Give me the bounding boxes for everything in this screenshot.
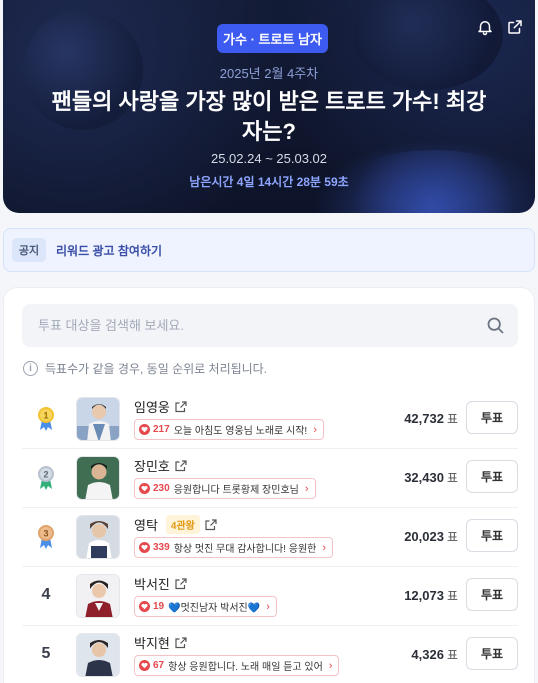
external-link-icon[interactable] — [175, 400, 187, 413]
ranking-row: 3 영탁 4관왕 339 항상 멋진 무대 감사합니다! 응원한 › 20,02… — [22, 507, 518, 565]
vote-count: 42,732 표 — [404, 389, 458, 447]
singer-name[interactable]: 박지현 — [134, 633, 170, 652]
vote-unit: 표 — [446, 529, 458, 544]
external-link-icon[interactable] — [175, 459, 187, 472]
singer-name[interactable]: 장민호 — [134, 456, 170, 475]
singer-name[interactable]: 임영웅 — [134, 397, 170, 416]
vote-count-value: 12,073 — [404, 587, 444, 603]
singer-name-wrap: 장민호 — [134, 456, 187, 475]
vote-button[interactable]: 투표 — [466, 637, 518, 670]
cheer-count: 217 — [153, 424, 170, 435]
notice-text: 리워드 광고 참여하기 — [56, 243, 163, 258]
vote-button[interactable]: 투표 — [466, 460, 518, 493]
rank-number: 5 — [41, 645, 51, 662]
tie-info: i 득표수가 같을 경우, 동일 순위로 처리됩니다. — [23, 359, 267, 377]
search-input[interactable]: 투표 대상을 검색해 보세요. — [22, 304, 518, 347]
remaining-time: 남은시간 4일 14시간 28분 59초 — [189, 175, 349, 189]
heart-icon — [139, 483, 150, 494]
vote-count: 4,326 표 — [411, 625, 458, 683]
singer-name-wrap: 영탁 4관왕 — [134, 515, 217, 534]
vote-button[interactable]: 투표 — [466, 578, 518, 611]
medal-rank: 2 — [43, 470, 48, 480]
cheer-message[interactable]: 67 항상 응원합니다. 노래 매일 듣고 있어 › — [134, 655, 340, 676]
vote-unit: 표 — [446, 647, 458, 662]
heart-icon — [139, 660, 150, 671]
vote-count-value: 42,732 — [404, 410, 444, 426]
chevron-right-icon: › — [304, 482, 309, 495]
avatar[interactable] — [76, 397, 120, 441]
heart-icon — [139, 542, 150, 553]
cheer-message[interactable]: 339 항상 멋진 무대 감사합니다! 응원한 › — [134, 537, 334, 558]
ranking-row: 2 장민호 230 응원합니다 트롯황제 장민호님 › 32,430 표 투표 — [22, 448, 518, 506]
ranking-card: 투표 대상을 검색해 보세요. i 득표수가 같을 경우, 동일 순위로 처리됩… — [3, 287, 535, 683]
search-placeholder: 투표 대상을 검색해 보세요. — [38, 318, 185, 333]
vote-count: 32,430 표 — [404, 448, 458, 506]
gold-medal-icon: 1 — [38, 407, 54, 431]
cheer-text: 응원합니다 트롯황제 장민호님 — [173, 485, 299, 496]
ranking-row: 5 박지현 67 항상 응원합니다. 노래 매일 듣고 있어 › 4,326 표… — [22, 625, 518, 683]
bell-icon[interactable] — [476, 18, 494, 36]
vote-button[interactable]: 투표 — [466, 401, 518, 434]
page-title: 팬들의 사랑을 가장 많이 받은 트로트 가수! 최강자는? — [51, 89, 487, 144]
vote-count-value: 32,430 — [404, 469, 444, 485]
heart-icon — [139, 601, 150, 612]
chevron-right-icon: › — [322, 541, 327, 554]
category-badge: 가수 · 트로트 남자 — [217, 24, 328, 53]
vote-count-value: 20,023 — [404, 528, 444, 544]
vote-unit: 표 — [446, 588, 458, 603]
external-link-icon[interactable] — [175, 636, 187, 649]
cheer-message[interactable]: 19 💙멋진남자 박서진💙 › — [134, 596, 277, 617]
notice-tag: 공지 — [12, 238, 46, 262]
singer-name-wrap: 박지현 — [134, 633, 187, 652]
singer-name-wrap: 임영웅 — [134, 397, 187, 416]
cheer-text: 오늘 아침도 영웅님 노래로 시작! — [173, 426, 308, 437]
cheer-text: 항상 응원합니다. 노래 매일 듣고 있어 — [168, 662, 323, 673]
external-link-icon[interactable] — [175, 577, 187, 590]
cheer-message[interactable]: 230 응원합니다 트롯황제 장민호님 › — [134, 478, 316, 499]
cheer-text: 💙멋진남자 박서진💙 — [168, 603, 261, 614]
hero-banner: 가수 · 트로트 남자 2025년 2월 4주차 팬들의 사랑을 가장 많이 받… — [3, 0, 535, 213]
cheer-count: 19 — [153, 601, 165, 612]
cheer-count: 339 — [153, 542, 170, 553]
external-link-icon[interactable] — [205, 518, 217, 531]
silver-medal-icon: 2 — [38, 466, 54, 490]
avatar[interactable] — [76, 574, 120, 618]
bronze-medal-icon: 3 — [38, 525, 54, 549]
title-badge: 4관왕 — [165, 515, 200, 534]
vote-count-value: 4,326 — [411, 646, 444, 662]
ranking-row: 1 임영웅 217 오늘 아침도 영웅님 노래로 시작! › 42,732 표 … — [22, 389, 518, 447]
tie-info-text: 득표수가 같을 경우, 동일 순위로 처리됩니다. — [45, 361, 268, 376]
medal-rank: 3 — [43, 529, 48, 539]
week-label: 2025년 2월 4주차 — [219, 66, 319, 81]
vote-period: 25.02.24 ~ 25.03.02 — [210, 151, 328, 166]
chevron-right-icon: › — [313, 423, 317, 436]
chevron-right-icon: › — [328, 659, 333, 672]
search-icon[interactable] — [485, 315, 506, 336]
vote-unit: 표 — [446, 470, 458, 485]
rank-number: 4 — [41, 586, 51, 603]
ranking-row: 4 박서진 19 💙멋진남자 박서진💙 › 12,073 표 투표 — [22, 566, 518, 624]
page: 가수 · 트로트 남자 2025년 2월 4주차 팬들의 사랑을 가장 많이 받… — [0, 0, 538, 683]
vote-count: 20,023 표 — [404, 507, 458, 565]
cheer-message[interactable]: 217 오늘 아침도 영웅님 노래로 시작! › — [134, 419, 324, 440]
cheer-count: 67 — [153, 660, 165, 671]
vote-unit: 표 — [446, 411, 458, 426]
singer-name-wrap: 박서진 — [134, 574, 187, 593]
singer-name[interactable]: 박서진 — [134, 574, 170, 593]
cheer-text: 항상 멋진 무대 감사합니다! 응원한 — [173, 544, 317, 555]
singer-name[interactable]: 영탁 — [134, 515, 158, 534]
avatar[interactable] — [76, 456, 120, 500]
notice-banner[interactable]: 공지 리워드 광고 참여하기 — [3, 228, 535, 272]
info-icon: i — [23, 360, 38, 376]
avatar[interactable] — [76, 515, 120, 559]
cheer-count: 230 — [153, 483, 170, 494]
heart-icon — [139, 424, 150, 435]
share-icon[interactable] — [506, 18, 524, 36]
chevron-right-icon: › — [266, 600, 270, 613]
vote-button[interactable]: 투표 — [466, 519, 518, 552]
medal-rank: 1 — [43, 411, 48, 421]
avatar[interactable] — [76, 633, 120, 677]
vote-count: 12,073 표 — [404, 566, 458, 624]
